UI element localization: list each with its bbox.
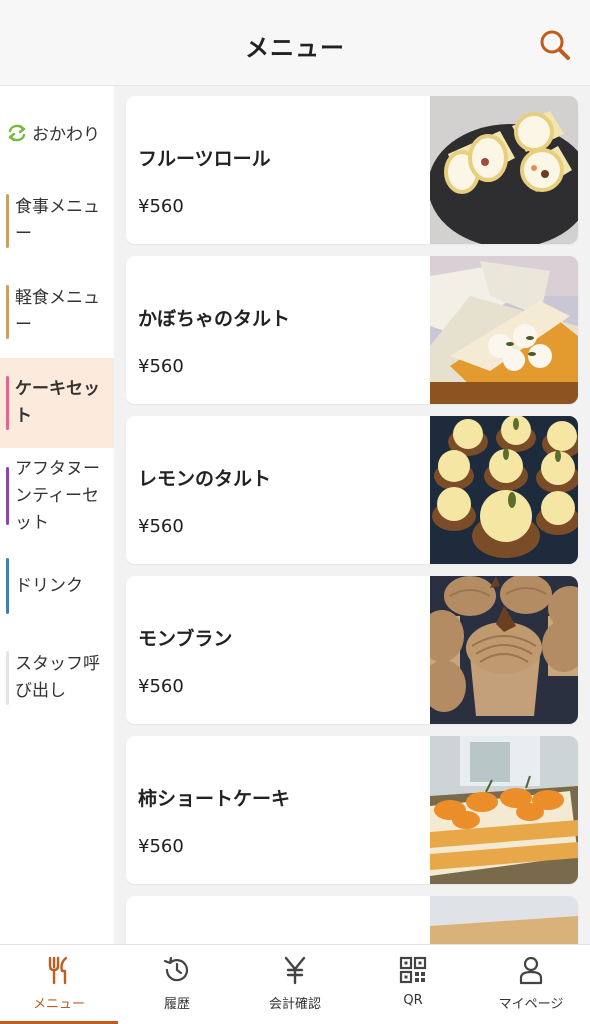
item-name: モンブラン [138,628,233,650]
qr-code-icon [399,956,427,984]
category-sidebar: おかわり 食事メニュー 軽食メニュー ケーキセット アフタヌーンティーセット ド… [0,86,114,944]
menu-item-card[interactable] [126,896,578,944]
item-price: ¥560 [138,516,184,537]
lemon-tart-photo [430,416,578,564]
sidebar-item-meal-menu[interactable]: 食事メニュー [0,191,114,251]
item-price: ¥560 [138,356,184,377]
tab-label: 履歴 [163,997,190,1012]
app-header: メニュー [0,0,590,86]
item-price: ¥560 [138,836,184,857]
fruit-roll-cake-photo [430,96,578,244]
search-icon[interactable] [538,28,572,62]
refresh-icon [8,124,26,141]
sidebar-item-label: スタッフ呼び出し [15,654,100,701]
item-name: レモンのタルト [138,468,272,490]
persimmon-shortcake-photo [430,736,578,884]
fork-knife-icon [48,956,68,985]
sidebar-item-label: 軽食メニュー [15,288,100,335]
mont-blanc-photo [430,576,578,724]
tab-menu[interactable]: メニュー [0,945,118,1024]
menu-item-card[interactable]: 柿ショートケーキ ¥560 [126,736,578,884]
item-price: ¥560 [138,196,184,217]
sidebar-item-label: 食事メニュー [15,197,100,244]
pumpkin-tart-photo [430,256,578,404]
refill-label: おかわり [32,125,100,145]
category-color-bar [6,467,9,525]
sidebar-item-cake-set[interactable]: ケーキセット [0,358,114,448]
menu-item-card[interactable]: レモンのタルト ¥560 [126,416,578,564]
sidebar-item-label: ドリンク [15,575,83,596]
person-icon [519,956,543,985]
sidebar-item-label: アフタヌーンティーセット [15,458,100,533]
item-name: 柿ショートケーキ [138,788,291,810]
menu-item-card[interactable]: フルーツロール ¥560 [126,96,578,244]
item-price: ¥560 [138,676,184,697]
tab-label: メニュー [32,997,85,1012]
tab-label: マイページ [498,997,564,1012]
category-color-bar [6,651,9,705]
tab-history[interactable]: 履歴 [118,945,236,1024]
sidebar-item-label: ケーキセット [15,379,100,426]
sidebar-item-afternoon-tea-set[interactable]: アフタヌーンティーセット [0,452,114,540]
sidebar-item-call-staff[interactable]: スタッフ呼び出し [0,648,114,708]
category-color-bar [6,285,9,339]
tab-qr[interactable]: QR [354,945,472,1024]
bottom-tab-bar: メニュー 履歴 会計確認 QR マイページ [0,944,590,1024]
menu-item-card[interactable]: モンブラン ¥560 [126,576,578,724]
refill-button[interactable]: おかわり [6,120,100,145]
tab-label: 会計確認 [268,997,321,1012]
history-icon [163,956,189,982]
page-title: メニュー [245,34,345,62]
partial-item-photo [430,896,578,944]
tab-my-page[interactable]: マイページ [472,945,590,1024]
item-name: かぼちゃのタルト [138,308,291,330]
sidebar-item-light-meal-menu[interactable]: 軽食メニュー [0,282,114,342]
menu-item-card[interactable]: かぼちゃのタルト ¥560 [126,256,578,404]
item-name: フルーツロール [138,148,271,170]
menu-item-list: フルーツロール ¥560 かぼちゃのタルト ¥560 レモンのタルト ¥560 … [114,86,590,944]
sidebar-item-drink[interactable]: ドリンク [0,558,114,614]
yen-icon [284,956,306,985]
category-color-bar [6,194,9,248]
category-color-bar [6,558,9,614]
category-color-bar [6,376,9,430]
tab-bill-check[interactable]: 会計確認 [236,945,354,1024]
tab-label: QR [403,993,423,1008]
